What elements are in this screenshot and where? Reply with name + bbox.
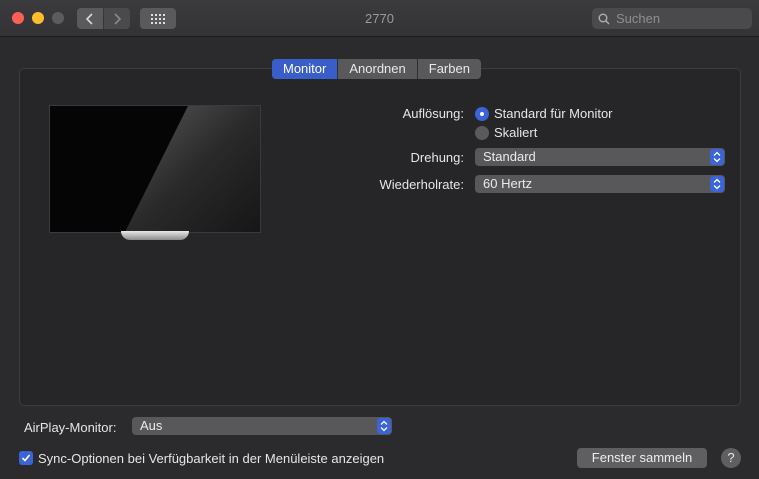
search-icon bbox=[598, 13, 610, 24]
resolution-option-scaled-label: Skaliert bbox=[494, 125, 538, 140]
monitor-stand bbox=[121, 231, 189, 240]
search-input[interactable] bbox=[614, 10, 748, 27]
resolution-option-default-label: Standard für Monitor bbox=[494, 106, 613, 121]
resolution-label: Auflösung: bbox=[402, 106, 464, 121]
refresh-rate-label: Wiederholrate: bbox=[379, 177, 464, 192]
sync-options-label: Sync-Optionen bei Verfügbarkeit in der M… bbox=[38, 451, 385, 466]
rotation-select[interactable]: Standard bbox=[475, 148, 725, 166]
checkmark-icon bbox=[21, 454, 31, 462]
resolution-option-scaled[interactable]: Skaliert bbox=[475, 125, 537, 140]
refresh-rate-select[interactable]: 60 Hertz bbox=[475, 175, 725, 193]
tab-bar: Monitor Anordnen Farben bbox=[272, 59, 481, 79]
refresh-rate-select-value: 60 Hertz bbox=[483, 176, 533, 191]
rotation-label: Drehung: bbox=[410, 150, 464, 165]
tab-monitor[interactable]: Monitor bbox=[272, 59, 339, 79]
airplay-select-value: Aus bbox=[140, 418, 163, 433]
airplay-select[interactable]: Aus bbox=[132, 417, 392, 435]
updown-arrows-icon bbox=[710, 176, 724, 192]
tab-colors[interactable]: Farben bbox=[418, 59, 481, 79]
radio-unselected[interactable] bbox=[475, 125, 489, 140]
sync-options-checkbox[interactable] bbox=[19, 451, 33, 465]
updown-arrows-icon bbox=[377, 418, 391, 434]
title-bar: 2770 bbox=[0, 0, 759, 37]
rotation-select-value: Standard bbox=[483, 149, 536, 164]
tab-arrange[interactable]: Anordnen bbox=[338, 59, 418, 79]
updown-arrows-icon bbox=[710, 149, 724, 165]
monitor-screen-reflection bbox=[125, 106, 260, 232]
resolution-option-default[interactable]: Standard für Monitor bbox=[475, 106, 613, 121]
search-field[interactable] bbox=[592, 8, 752, 29]
radio-selected[interactable] bbox=[475, 106, 489, 121]
gather-windows-button[interactable]: Fenster sammeln bbox=[577, 448, 707, 468]
airplay-label: AirPlay-Monitor: bbox=[24, 420, 117, 435]
help-button[interactable]: ? bbox=[721, 448, 741, 468]
monitor-illustration bbox=[49, 105, 261, 233]
